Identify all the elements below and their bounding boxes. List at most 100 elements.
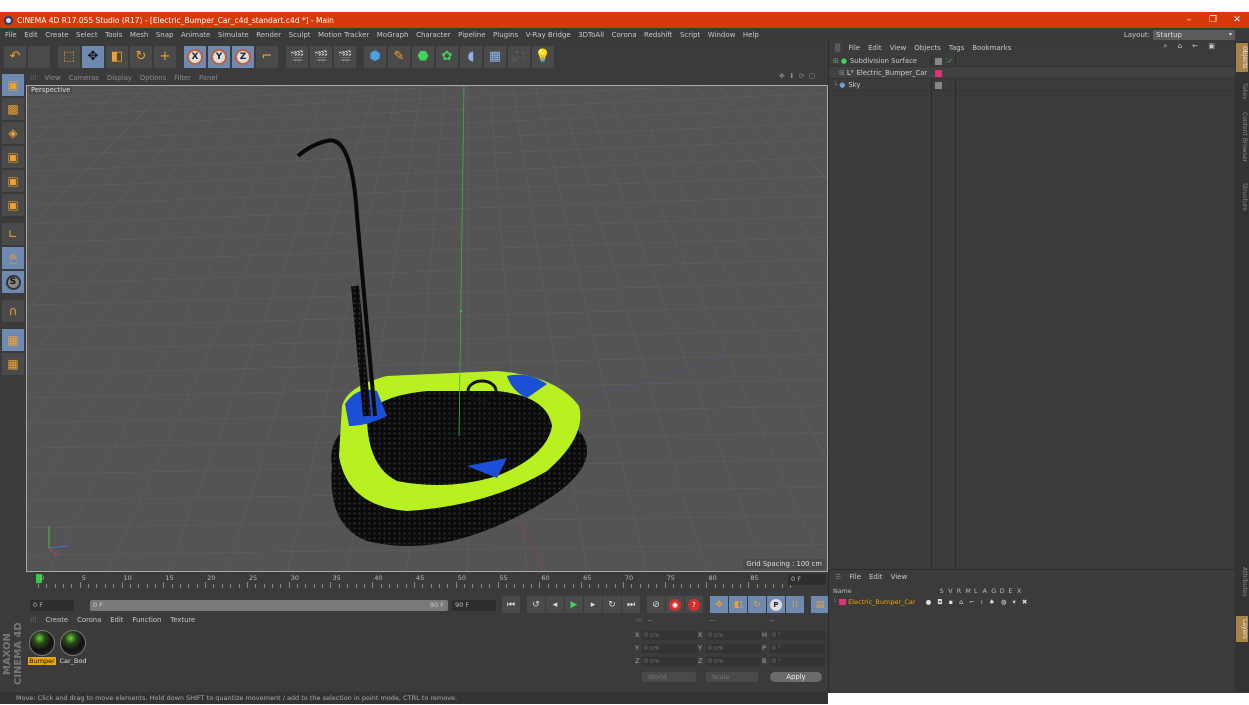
menu-tools[interactable]: Tools <box>105 31 122 39</box>
side-tab-content-browser[interactable]: Content Browser <box>1236 109 1248 165</box>
coord-value-field[interactable]: 0 cm <box>706 644 761 653</box>
current-frame-field[interactable]: 0 F <box>788 574 826 585</box>
deformer-button[interactable]: ◖ <box>460 45 482 68</box>
make-editable-tool[interactable]: ▣ <box>2 74 24 96</box>
material-menu-function[interactable]: Function <box>132 616 161 624</box>
material-menu-edit[interactable]: Edit <box>110 616 123 624</box>
object-menu-file[interactable]: File <box>848 44 860 52</box>
material-bumper[interactable]: Bumper <box>28 630 56 665</box>
layer-column-name[interactable]: Name <box>833 588 852 595</box>
menu-3dtoall[interactable]: 3DToAll <box>578 31 604 39</box>
layer-column-l[interactable]: L <box>974 588 978 595</box>
spline-pen-button[interactable]: ✎ <box>388 45 410 68</box>
lock-workplane-tool[interactable]: ▦ <box>2 329 24 351</box>
editor-visibility-icon[interactable] <box>935 81 942 89</box>
snap-tool[interactable]: ∩ <box>2 300 24 322</box>
subdivision-button[interactable]: ⬣ <box>412 45 434 68</box>
editor-visibility-icon[interactable] <box>935 57 942 65</box>
cube-button[interactable]: ⬢ <box>364 45 386 68</box>
menu-mograph[interactable]: MoGraph <box>377 31 409 39</box>
coord-value-field[interactable]: 0 ° <box>770 644 825 653</box>
side-tab-layers[interactable]: Layers <box>1236 616 1248 642</box>
menu-snap[interactable]: Snap <box>156 31 174 39</box>
next-frame-button[interactable]: ▸ <box>584 596 602 613</box>
menu-plugins[interactable]: Plugins <box>493 31 518 39</box>
apply-button[interactable]: Apply <box>770 672 822 682</box>
viewport-menu-panel[interactable]: Panel <box>199 74 217 82</box>
menu-motion-tracker[interactable]: Motion Tracker <box>318 31 369 39</box>
coord-value-field[interactable]: 0 cm <box>706 657 761 666</box>
previous-key-button[interactable]: ↺ <box>527 596 545 613</box>
layer-column-v[interactable]: V <box>948 588 952 595</box>
restore-icon[interactable]: ❐ <box>1201 12 1225 28</box>
object-menu-objects[interactable]: Objects <box>914 44 940 52</box>
layer-name[interactable]: Electric_Bumper_Car <box>848 598 916 606</box>
menu-animate[interactable]: Animate <box>181 31 210 39</box>
frame-range-slider[interactable]: 0 F 90 F <box>90 600 448 611</box>
z-axis-lock-button[interactable]: Z <box>232 45 254 68</box>
autokey-button[interactable]: ◉ <box>666 596 684 613</box>
tree-expand-icon[interactable]: └ <box>833 81 837 89</box>
texture-mode-tool[interactable]: ▩ <box>2 98 24 120</box>
side-tab-takes[interactable]: Takes <box>1236 80 1248 102</box>
end-frame-field[interactable]: 90 F <box>452 600 496 611</box>
transform-mode-dropdown[interactable]: Scale <box>706 672 758 682</box>
search-icon[interactable]: ⌕ <box>1163 42 1167 50</box>
render-view-button[interactable]: 🎬 <box>286 45 308 68</box>
rotate-button[interactable]: ↻ <box>130 45 152 68</box>
go-to-start-button[interactable]: ⏮ <box>502 596 520 613</box>
side-tab-objects[interactable]: Objects <box>1236 43 1248 72</box>
coord-value-field[interactable]: 0 ° <box>770 631 825 640</box>
menu-pipeline[interactable]: Pipeline <box>458 31 485 39</box>
add-button[interactable]: + <box>154 45 176 68</box>
menu-redshift[interactable]: Redshift <box>644 31 672 39</box>
material-menu-create[interactable]: Create <box>45 616 68 624</box>
viewport-camera-label[interactable]: Perspective <box>29 86 73 94</box>
planar-workplane-tool[interactable]: ▦ <box>2 353 24 375</box>
start-frame-field[interactable]: 0 F <box>30 600 74 611</box>
menu-select[interactable]: Select <box>76 31 98 39</box>
viewport-menu-display[interactable]: Display <box>107 74 132 82</box>
parameter-key-button[interactable]: P <box>767 596 785 613</box>
layer-color-swatch[interactable] <box>839 599 846 605</box>
cloner-button[interactable]: ✿ <box>436 45 458 68</box>
pla-key-button[interactable]: ⁞⁞ <box>786 596 804 613</box>
viewport-menu-view[interactable]: View <box>44 74 60 82</box>
workplane-tool[interactable]: ◈ <box>2 122 24 144</box>
tweak-tool[interactable]: 🖱 <box>2 247 24 269</box>
object-name[interactable]: Electric_Bumper_Car <box>857 69 928 77</box>
viewport-menu-options[interactable]: Options <box>140 74 166 82</box>
visibility-dots-icon[interactable]: ⁚ <box>945 81 947 89</box>
rotation-key-button[interactable]: ↻ <box>748 596 766 613</box>
object-name[interactable]: Subdivision Surface <box>850 57 917 65</box>
menu-file[interactable]: File <box>5 31 17 39</box>
object-menu-tags[interactable]: Tags <box>949 44 965 52</box>
axis-tool[interactable]: ∟ <box>2 223 24 245</box>
layer-column-e[interactable]: E <box>1008 588 1012 595</box>
previous-frame-button[interactable]: ◂ <box>546 596 564 613</box>
viewport-menu-filter[interactable]: Filter <box>174 74 191 82</box>
coord-value-field[interactable]: 0 cm <box>706 631 761 640</box>
object-row[interactable]: └ ● Sky ⁚ <box>829 79 1235 91</box>
object-menu-edit[interactable]: Edit <box>868 44 882 52</box>
back-icon[interactable]: ← <box>1192 42 1198 50</box>
3d-viewport[interactable]: Perspective Grid Spacing : 100 cm <box>26 85 828 572</box>
tree-expand-icon[interactable]: ⊞ <box>839 69 845 77</box>
move-button[interactable]: ✥ <box>82 45 104 68</box>
layer-row[interactable]: └ Electric_Bumper_Car ● ◘ ▪ ⌂ ⌐ ⁞ ♠ ◍ ▾ … <box>833 598 1029 607</box>
frame-ruler[interactable]: 051015202530354045505560657075808590 <box>30 572 800 588</box>
menu-corona[interactable]: Corona <box>612 31 637 39</box>
light-button[interactable]: 💡 <box>532 45 554 68</box>
minimize-icon[interactable]: – <box>1177 12 1201 28</box>
object-menu-view[interactable]: View <box>890 44 907 52</box>
play-button[interactable]: ▶ <box>565 596 583 613</box>
go-to-end-button[interactable]: ⏭ <box>622 596 640 613</box>
material-menu-texture[interactable]: Texture <box>170 616 195 624</box>
layer-column-x[interactable]: X <box>1017 588 1021 595</box>
menu-mesh[interactable]: Mesh <box>130 31 148 39</box>
tree-expand-icon[interactable]: ⊞ <box>833 57 839 65</box>
points-mode-tool[interactable]: ▣ <box>2 146 24 168</box>
position-key-button[interactable]: ✥ <box>710 596 728 613</box>
coordinate-system-button[interactable]: ⌐ <box>256 45 278 68</box>
side-tab-structure[interactable]: Structure <box>1236 180 1248 214</box>
